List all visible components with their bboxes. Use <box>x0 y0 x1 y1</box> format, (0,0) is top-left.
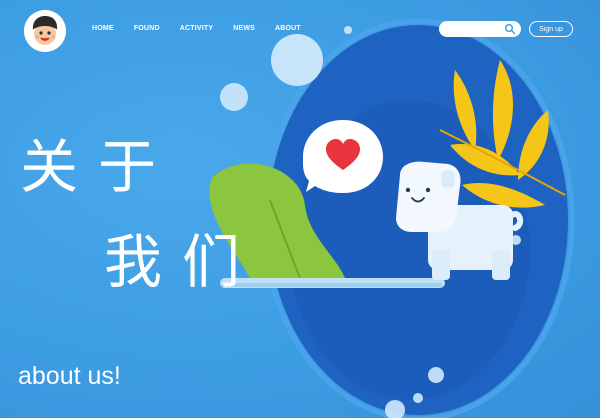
search-icon[interactable] <box>504 23 516 35</box>
main-nav: HOME FOUND ACTIVITY NEWS ABOUT <box>92 25 321 32</box>
nav-item-found[interactable]: FOUND <box>134 25 160 32</box>
hero-subtitle: about us! <box>18 362 121 390</box>
nav-item-news[interactable]: NEWS <box>233 25 255 32</box>
bubble-small <box>344 26 352 34</box>
nav-item-about[interactable]: ABOUT <box>275 25 301 32</box>
bubble-small <box>428 367 444 383</box>
speech-bubble-icon <box>302 120 383 193</box>
search-input[interactable] <box>447 24 509 41</box>
hero-title-line2: 我们 <box>104 228 261 296</box>
signup-button[interactable]: Sign up <box>529 21 573 37</box>
nav-item-home[interactable]: HOME <box>92 25 114 32</box>
cartoon-face-icon <box>24 10 66 52</box>
hero-illustration <box>209 18 575 418</box>
bubble-medium <box>220 83 248 111</box>
bubble-small <box>413 393 423 403</box>
search-box <box>439 21 521 41</box>
hero-title-line1: 关于 <box>20 133 177 201</box>
bubble-large <box>271 34 323 86</box>
nav-item-activity[interactable]: ACTIVITY <box>180 25 214 32</box>
logo[interactable] <box>24 10 66 52</box>
